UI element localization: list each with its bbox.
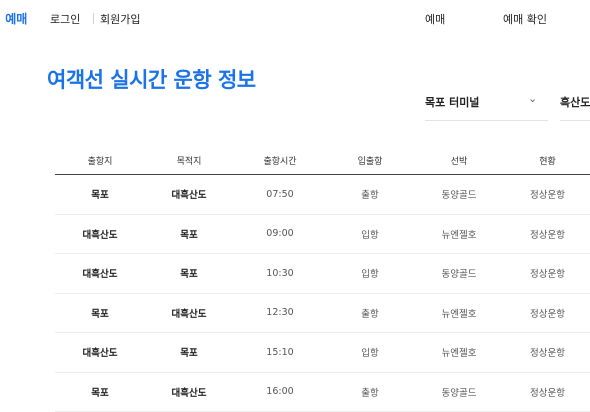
cell-direction: 출항: [327, 293, 413, 333]
header-status: 현황: [505, 146, 590, 175]
cell-direction: 출항: [327, 372, 413, 412]
terminal-select-value: 목포 터미널: [425, 96, 480, 109]
cell-status: 정상운항: [505, 174, 590, 215]
login-link[interactable]: 로그인: [50, 11, 80, 27]
destination-select-value: 흑산도: [560, 96, 590, 109]
cell-vessel: 뉴엔젤호: [413, 332, 505, 373]
cell-status: 정상운항: [505, 253, 590, 294]
chevron-down-icon: ⌄: [528, 92, 538, 105]
brand-logo-text[interactable]: 선 예매: [0, 10, 27, 27]
cell-direction: 입항: [327, 214, 413, 254]
cell-time: 15:10: [233, 332, 327, 373]
page-title: 여객선 실시간 운항 정보: [47, 68, 256, 92]
cell-departure: 목포: [55, 372, 145, 412]
top-navigation: 선 예매 로그인 회원가입 예매 예매 확인: [0, 0, 590, 38]
cell-time: 10:30: [233, 253, 327, 294]
header-departure: 출항지: [55, 146, 145, 175]
cell-status: 정상운항: [505, 332, 590, 373]
header-direction: 입출항: [327, 146, 413, 175]
cell-destination: 목포: [145, 332, 233, 373]
table-header-row: 출항지 목적지 출항시간 입출항 선박 현황: [55, 146, 590, 175]
nav-divider: [93, 13, 94, 24]
terminal-select[interactable]: 목포 터미널 ⌄: [425, 90, 548, 121]
destination-select[interactable]: 흑산도: [560, 90, 590, 121]
header-departure-time: 출항시간: [233, 146, 327, 175]
cell-time: 07:50: [233, 174, 327, 215]
cell-departure: 대흑산도: [55, 214, 145, 254]
cell-time: 09:00: [233, 214, 327, 254]
header-destination: 목적지: [145, 146, 233, 175]
ferry-schedule-table: 출항지 목적지 출항시간 입출항 선박 현황 목포 대흑산도 07:50 출항 …: [55, 146, 590, 412]
cell-departure: 목포: [55, 174, 145, 215]
cell-direction: 입항: [327, 332, 413, 373]
table-row: 대흑산도 목포 09:00 입항 뉴엔젤호 정상운항: [55, 214, 590, 254]
table-row: 대흑산도 목포 15:10 입항 뉴엔젤호 정상운항: [55, 332, 590, 373]
cell-vessel: 동양골드: [413, 253, 505, 294]
table-row: 목포 대흑산도 16:00 출항 동양골드 정상운항: [55, 372, 590, 412]
cell-vessel: 동양골드: [413, 174, 505, 215]
cell-departure: 목포: [55, 293, 145, 333]
cell-time: 12:30: [233, 293, 327, 333]
cell-direction: 출항: [327, 174, 413, 215]
table-row: 목포 대흑산도 07:50 출항 동양골드 정상운항: [55, 174, 590, 215]
cell-status: 정상운항: [505, 214, 590, 254]
cell-departure: 대흑산도: [55, 332, 145, 373]
cell-destination: 대흑산도: [145, 174, 233, 215]
reserve-link[interactable]: 예매: [425, 11, 445, 27]
header-vessel: 선박: [413, 146, 505, 175]
cell-vessel: 동양골드: [413, 372, 505, 412]
cell-destination: 목포: [145, 214, 233, 254]
cell-destination: 목포: [145, 253, 233, 294]
reserve-check-link[interactable]: 예매 확인: [503, 11, 547, 27]
signup-link[interactable]: 회원가입: [100, 11, 140, 27]
table-row: 목포 대흑산도 12:30 출항 뉴엔젤호 정상운항: [55, 293, 590, 333]
cell-vessel: 뉴엔젤호: [413, 293, 505, 333]
cell-vessel: 뉴엔젤호: [413, 214, 505, 254]
cell-time: 16:00: [233, 372, 327, 412]
table-row: 대흑산도 목포 10:30 입항 동양골드 정상운항: [55, 253, 590, 294]
cell-status: 정상운항: [505, 293, 590, 333]
cell-direction: 입항: [327, 253, 413, 294]
cell-departure: 대흑산도: [55, 253, 145, 294]
cell-status: 정상운항: [505, 372, 590, 412]
cell-destination: 대흑산도: [145, 293, 233, 333]
cell-destination: 대흑산도: [145, 372, 233, 412]
